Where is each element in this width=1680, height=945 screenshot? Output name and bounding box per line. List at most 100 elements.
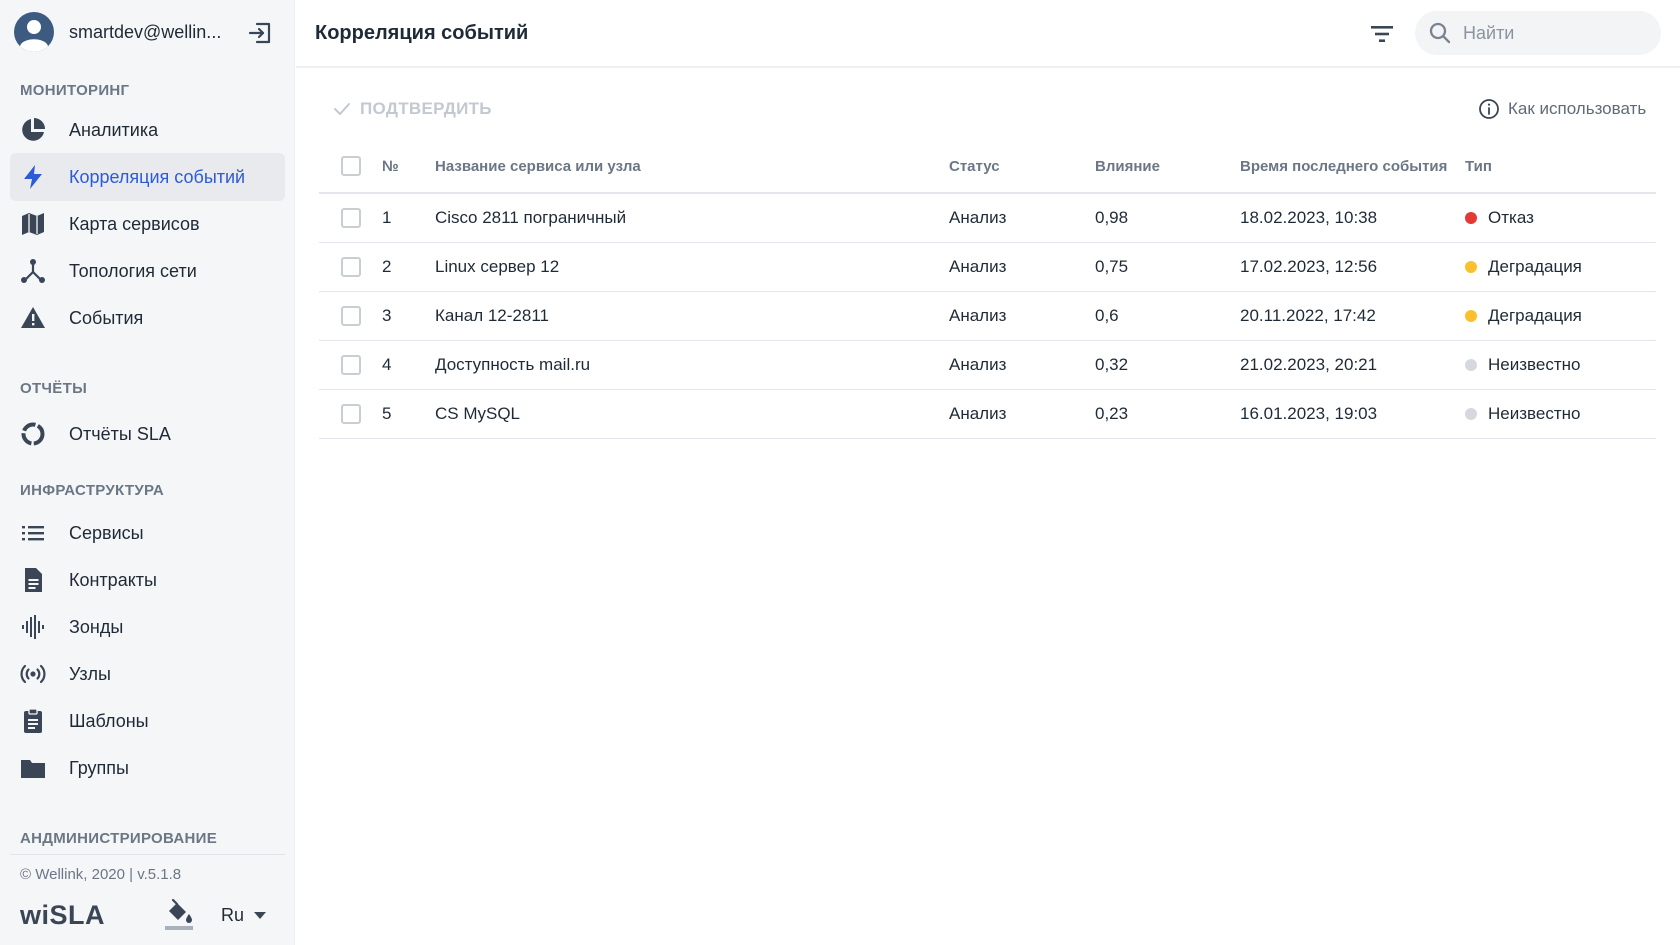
- row-checkbox[interactable]: [341, 257, 361, 277]
- row-checkbox[interactable]: [341, 306, 361, 326]
- sidebar-item-label: Контракты: [69, 570, 157, 590]
- row-status: Анализ: [949, 306, 1007, 325]
- row-number: 5: [382, 404, 392, 423]
- sidebar-item-label: Отчёты SLA: [69, 424, 171, 444]
- row-impact: 0,32: [1095, 355, 1129, 374]
- row-type: Неизвестно: [1488, 404, 1581, 423]
- status-dot: [1465, 359, 1477, 371]
- row-impact: 0,98: [1095, 208, 1129, 227]
- sidebar-item-services[interactable]: Сервисы: [10, 509, 285, 557]
- sidebar-item-network-topology[interactable]: Топология сети: [10, 247, 285, 295]
- sidebar-item-label: Карта сервисов: [69, 214, 200, 234]
- row-number: 3: [382, 306, 392, 325]
- section-title-reports: ОТЧЁТЫ: [20, 380, 88, 397]
- row-service-name: Доступность mail.ru: [435, 355, 591, 374]
- table-row[interactable]: 4 Доступность mail.ru Анализ 0,32 21.02.…: [319, 341, 1656, 390]
- column-header-status[interactable]: Статус: [949, 140, 1000, 192]
- row-impact: 0,23: [1095, 404, 1129, 423]
- sidebar-item-events[interactable]: События: [10, 294, 285, 342]
- row-checkbox[interactable]: [341, 208, 361, 228]
- row-status: Анализ: [949, 404, 1007, 423]
- broadcast-icon: [20, 664, 46, 684]
- section-title-infrastructure: ИНФРАСТРУКТУРА: [20, 482, 165, 499]
- row-impact: 0,6: [1095, 306, 1119, 325]
- sidebar-item-label: Сервисы: [69, 523, 144, 543]
- row-status: Анализ: [949, 257, 1007, 276]
- chevron-down-icon[interactable]: [254, 912, 266, 920]
- user-panel: smartdev@wellin...: [0, 0, 295, 68]
- status-dot: [1465, 310, 1477, 322]
- sidebar-item-templates[interactable]: Шаблоны: [10, 697, 285, 745]
- copyright-text: © Wellink, 2020 | v.5.1.8: [20, 866, 182, 883]
- row-checkbox[interactable]: [341, 404, 361, 424]
- document-icon: [25, 568, 42, 592]
- user-email: smartdev@wellin...: [69, 22, 222, 42]
- avatar[interactable]: [14, 12, 54, 52]
- row-number: 4: [382, 355, 392, 374]
- table-row[interactable]: 1 Cisco 2811 пограничный Анализ 0,98 18.…: [319, 194, 1656, 243]
- top-bar: Корреляция событий: [296, 0, 1680, 68]
- donut-icon: [21, 422, 45, 446]
- sidebar-item-label: Корреляция событий: [69, 167, 246, 187]
- row-last-event-time: 21.02.2023, 20:21: [1240, 355, 1378, 374]
- column-header-last-event-time[interactable]: Время последнего события: [1240, 140, 1447, 192]
- confirm-button[interactable]: ПОДТВЕРДИТЬ: [332, 96, 492, 122]
- how-to-use-label: Как использовать: [1508, 99, 1647, 118]
- pie-chart-icon: [22, 118, 45, 141]
- row-last-event-time: 17.02.2023, 12:56: [1240, 257, 1378, 276]
- paint-bucket-icon[interactable]: [164, 897, 194, 931]
- table-row[interactable]: 3 Канал 12-2811 Анализ 0,6 20.11.2022, 1…: [319, 292, 1656, 341]
- row-service-name: Канал 12-2811: [435, 306, 549, 325]
- row-impact: 0,75: [1095, 257, 1129, 276]
- column-header-number[interactable]: №: [382, 140, 399, 192]
- bolt-icon: [24, 165, 42, 189]
- how-to-use-link[interactable]: Как использовать: [1478, 96, 1646, 122]
- row-service-name: Cisco 2811 пограничный: [435, 208, 627, 227]
- sidebar-item-sla-reports[interactable]: Отчёты SLA: [10, 410, 285, 458]
- status-dot: [1465, 408, 1477, 420]
- sidebar-item-nodes[interactable]: Узлы: [10, 650, 285, 698]
- sidebar: smartdev@wellin... МОНИТОРИНГ Аналитика …: [0, 0, 295, 945]
- sidebar-item-label: Аналитика: [69, 120, 159, 140]
- sidebar-item-groups[interactable]: Группы: [10, 744, 285, 792]
- sidebar-item-analytics[interactable]: Аналитика: [10, 106, 285, 154]
- network-topology-icon: [21, 259, 45, 283]
- map-icon: [22, 213, 44, 235]
- logout-icon[interactable]: [247, 20, 273, 46]
- column-header-type[interactable]: Тип: [1465, 140, 1492, 192]
- waveform-icon: [22, 615, 44, 639]
- column-header-name[interactable]: Название сервиса или узла: [435, 140, 641, 192]
- row-type: Отказ: [1488, 208, 1534, 227]
- column-header-impact[interactable]: Влияние: [1095, 140, 1160, 192]
- sidebar-item-contracts[interactable]: Контракты: [10, 556, 285, 604]
- wisla-logo: wiSLA: [20, 900, 106, 930]
- row-checkbox[interactable]: [341, 355, 361, 375]
- row-type: Неизвестно: [1488, 355, 1581, 374]
- sidebar-item-label: События: [69, 308, 144, 328]
- section-title-monitoring: МОНИТОРИНГ: [20, 82, 130, 99]
- table-row[interactable]: 5 CS MySQL Анализ 0,23 16.01.2023, 19:03…: [319, 390, 1656, 439]
- sidebar-item-probes[interactable]: Зонды: [10, 603, 285, 651]
- sidebar-item-label: Узлы: [69, 664, 111, 684]
- table-header-row: № Название сервиса или узла Статус Влиян…: [319, 140, 1656, 194]
- row-last-event-time: 18.02.2023, 10:38: [1240, 208, 1378, 227]
- filter-icon[interactable]: [1368, 20, 1396, 48]
- events-table: № Название сервиса или узла Статус Влиян…: [319, 140, 1656, 439]
- sidebar-item-label: Топология сети: [69, 261, 197, 281]
- row-number: 2: [382, 257, 392, 276]
- status-dot: [1465, 261, 1477, 273]
- sidebar-divider: [10, 854, 285, 855]
- sidebar-item-label: Группы: [69, 758, 129, 778]
- search-input[interactable]: [1463, 11, 1653, 55]
- row-status: Анализ: [949, 355, 1007, 374]
- clipboard-icon: [24, 708, 42, 733]
- search-icon: [1429, 22, 1451, 44]
- table-row[interactable]: 2 Linux сервер 12 Анализ 0,75 17.02.2023…: [319, 243, 1656, 292]
- list-icon: [22, 526, 44, 541]
- row-last-event-time: 16.01.2023, 19:03: [1240, 404, 1378, 423]
- sidebar-item-service-map[interactable]: Карта сервисов: [10, 200, 285, 248]
- language-selector[interactable]: Ru: [221, 905, 244, 926]
- row-last-event-time: 20.11.2022, 17:42: [1240, 306, 1376, 325]
- sidebar-item-event-correlation[interactable]: Корреляция событий: [10, 153, 285, 201]
- select-all-checkbox[interactable]: [341, 156, 361, 176]
